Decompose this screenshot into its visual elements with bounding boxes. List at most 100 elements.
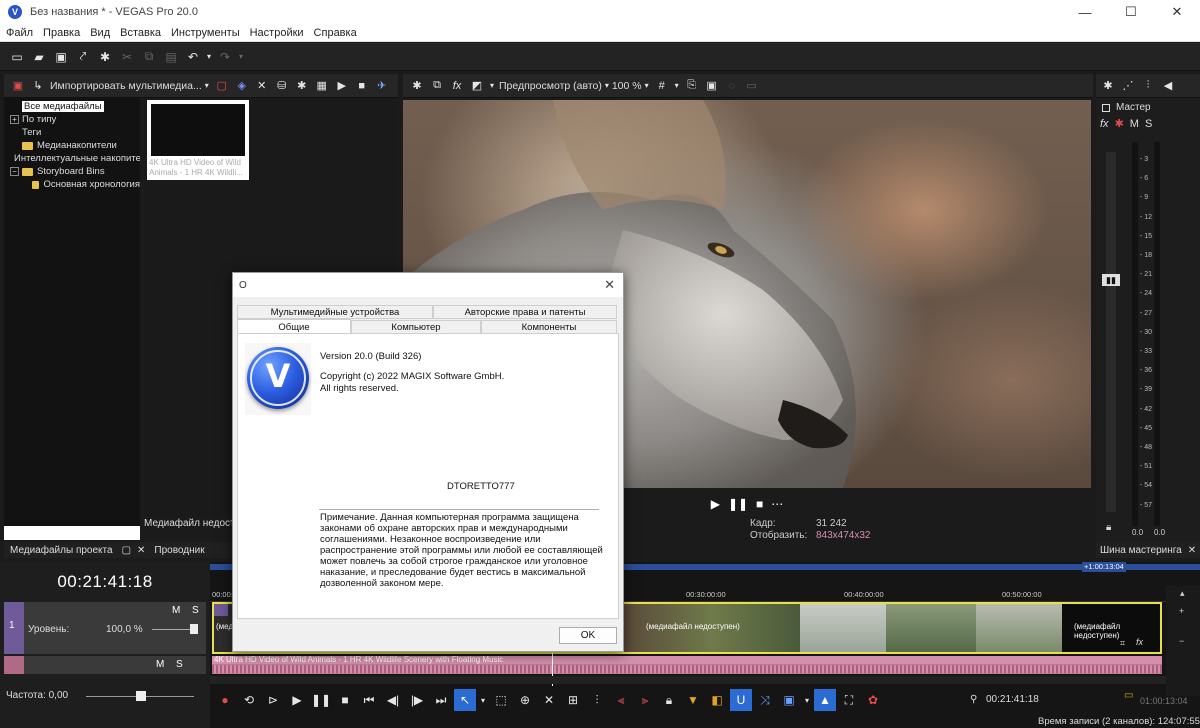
video-solo-button[interactable]: S <box>192 605 199 616</box>
tool-dropdown-icon[interactable]: ▾ <box>478 689 488 711</box>
master-toggle-icon[interactable] <box>1102 103 1110 112</box>
master-mute-button[interactable]: M <box>1130 118 1139 130</box>
zoom-in-icon[interactable]: + <box>1179 606 1184 616</box>
master-fx-icon[interactable]: fx <box>1100 118 1109 130</box>
media-tags-icon[interactable]: ▦ <box>312 76 332 96</box>
media-play-icon[interactable]: ▶ <box>332 76 352 96</box>
overlays-grid-icon[interactable]: # <box>652 76 672 96</box>
next-frame-icon[interactable]: |▶ <box>406 689 428 711</box>
tree-item-all-media[interactable]: Все медиафайлы <box>10 100 140 113</box>
tree-item-media-bins[interactable]: Медианакопители <box>10 139 140 152</box>
master-fader-thumb[interactable]: ▮▮ <box>1102 274 1120 286</box>
master-mixer-icon[interactable]: ⫶ <box>1138 76 1158 96</box>
lock-envelopes-icon[interactable]: ▲ <box>814 689 836 711</box>
tab-project-media[interactable]: Медиафайлы проекта <box>4 545 119 556</box>
auto-ripple-icon[interactable]: ▣ <box>778 689 800 711</box>
collapse-icon[interactable]: − <box>10 167 19 176</box>
settings-gear-icon[interactable]: ✱ <box>94 46 116 68</box>
tree-item-smart-bins[interactable]: Интеллектуальные накопители <box>10 152 140 165</box>
overlays-dropdown-icon[interactable]: ▾ <box>672 76 682 96</box>
audio-solo-button[interactable]: S <box>176 659 183 670</box>
tab-explorer[interactable]: Проводник <box>148 545 210 556</box>
rate-thumb[interactable] <box>136 691 146 701</box>
marker-icon[interactable]: ▼ <box>682 689 704 711</box>
go-to-start-icon[interactable]: ⏮ <box>358 689 380 711</box>
ignore-grouping-icon[interactable]: ⛶ <box>838 689 860 711</box>
clip-crop-icon[interactable]: ⌗ <box>1120 638 1125 649</box>
import-dropdown-icon[interactable]: ▾ <box>202 76 212 96</box>
tab-computer[interactable]: Компьютер <box>351 320 481 334</box>
paste-icon[interactable]: ▤ <box>160 46 182 68</box>
menu-tools[interactable]: Инструменты <box>171 27 240 39</box>
tree-item-tags[interactable]: Теги <box>10 126 140 139</box>
go-to-end-icon[interactable]: ⏭ <box>430 689 452 711</box>
save-icon[interactable]: ▣ <box>50 46 72 68</box>
menu-options[interactable]: Настройки <box>250 27 304 39</box>
zoom-dropdown-icon[interactable]: ▾ <box>642 76 652 96</box>
media-properties-icon[interactable]: ✱ <box>292 76 312 96</box>
tab-restore-icon[interactable]: ▢ <box>119 545 134 556</box>
play-from-start-icon[interactable]: ⊳ <box>262 689 284 711</box>
expand-icon[interactable]: + <box>10 115 19 124</box>
tree-item-by-type[interactable]: + По типу <box>10 113 140 126</box>
tab-mastering-bus[interactable]: Шина мастеринга <box>1096 545 1186 556</box>
pause-icon[interactable]: ❚❚ <box>310 689 332 711</box>
media-stop-icon[interactable]: ■ <box>352 76 372 96</box>
zoom-tool-icon[interactable]: ⊕ <box>514 689 536 711</box>
preview-stop-icon[interactable]: ■ <box>756 497 763 511</box>
quality-dropdown-icon[interactable]: ▾ <box>602 76 612 96</box>
undo-dropdown-icon[interactable]: ▾ <box>204 46 214 68</box>
menu-help[interactable]: Справка <box>314 27 357 39</box>
menu-edit[interactable]: Правка <box>43 27 80 39</box>
preview-quality[interactable]: Предпросмотр (авто) <box>499 80 602 92</box>
menu-file[interactable]: Файл <box>6 27 33 39</box>
external-monitor-icon[interactable]: ⧉ <box>427 76 447 96</box>
tab-multimedia-devices[interactable]: Мультимедийные устройства <box>237 305 433 319</box>
cut-icon[interactable]: ✂ <box>116 46 138 68</box>
split-screen-icon[interactable]: ◩ <box>467 76 487 96</box>
video-mute-button[interactable]: M <box>172 605 180 616</box>
split-icon[interactable]: ⫶ <box>586 689 608 711</box>
capture-icon[interactable]: ▢ <box>212 76 232 96</box>
auto-crossfade-icon[interactable]: ⤨ <box>754 689 776 711</box>
normal-edit-tool-icon[interactable]: ↖ <box>454 689 476 711</box>
audio-clip[interactable]: 4K Ultra HD Video of Wild Animals - 1 HR… <box>212 655 1162 674</box>
master-solo-button[interactable]: S <box>1145 118 1152 130</box>
open-folder-icon[interactable]: ▰ <box>28 46 50 68</box>
region-icon[interactable]: ◧ <box>706 689 728 711</box>
tab-copyright-patents[interactable]: Авторские права и патенты <box>433 305 617 319</box>
delete-icon[interactable]: ✕ <box>538 689 560 711</box>
prev-frame-icon[interactable]: ◀| <box>382 689 404 711</box>
redo-icon[interactable]: ↷ <box>214 46 236 68</box>
audio-mute-button[interactable]: M <box>156 659 164 670</box>
trim-start-icon[interactable]: ⫷ <box>610 689 632 711</box>
tab-close-icon[interactable]: ✕ <box>134 545 148 556</box>
trim-end-icon[interactable]: ⫸ <box>634 689 656 711</box>
preview-play-icon[interactable]: ▶ <box>711 497 720 511</box>
tree-scroll-track[interactable] <box>4 526 140 540</box>
master-settings-icon[interactable]: ✱ <box>1098 76 1118 96</box>
preview-extra-icon[interactable]: ▭ <box>742 76 762 96</box>
menu-insert[interactable]: Вставка <box>120 27 161 39</box>
close-icon[interactable]: ✕ <box>1154 0 1200 24</box>
snapping-icon[interactable]: U <box>730 689 752 711</box>
master-downmix-icon[interactable]: ⋰ <box>1118 76 1138 96</box>
video-level-thumb[interactable] <box>190 624 198 634</box>
master-fx-chain-icon[interactable]: ✱ <box>1115 117 1124 130</box>
preview-more-icon[interactable]: ⋯ <box>771 497 783 511</box>
stop-icon[interactable]: ■ <box>334 689 356 711</box>
new-file-icon[interactable]: ▭ <box>6 46 28 68</box>
loop-icon[interactable]: ⟲ <box>238 689 260 711</box>
media-fx-icon[interactable]: ⛁ <box>272 76 292 96</box>
preview-settings-icon[interactable]: ✱ <box>407 76 427 96</box>
undo-icon[interactable]: ↶ <box>182 46 204 68</box>
media-thumbnail[interactable]: 4K Ultra HD Video of Wild Animals - 1 HR… <box>147 100 249 180</box>
auto-preview-icon[interactable]: ✈ <box>372 76 392 96</box>
save-snapshot-icon[interactable]: ▣ <box>702 76 722 96</box>
preview-zoom[interactable]: 100 % <box>612 80 642 92</box>
import-arrow-icon[interactable]: ↳ <box>28 76 48 96</box>
video-fx-icon[interactable]: fx <box>447 76 467 96</box>
render-icon[interactable]: ⤤ <box>72 46 94 68</box>
remove-media-icon[interactable]: ✕ <box>252 76 272 96</box>
lock-icon[interactable]: 🔒︎ <box>658 689 680 711</box>
